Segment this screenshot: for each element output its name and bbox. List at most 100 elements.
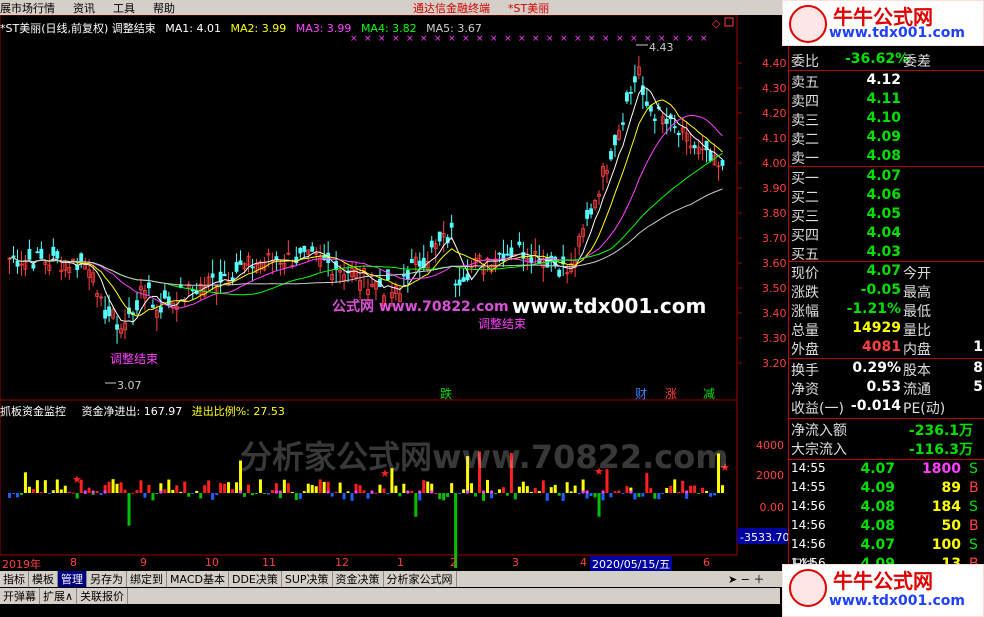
- flow-dot: [238, 490, 243, 494]
- tick-price: 4.09: [860, 480, 895, 496]
- flow-bar: [410, 490, 414, 493]
- candle-body: [629, 91, 633, 94]
- price-tick-label: 4.30: [762, 82, 787, 95]
- price-tick-label: 3.70: [762, 232, 787, 245]
- flow-bar: [446, 493, 450, 497]
- flow-bar: [497, 489, 501, 493]
- flow-bar: [482, 493, 486, 501]
- flow-bar: [358, 485, 362, 493]
- tab-bind-to[interactable]: 绑定到: [127, 571, 167, 587]
- candle-body: [457, 279, 462, 286]
- candle-body: [625, 92, 629, 102]
- flow-bar: [545, 493, 549, 501]
- flow-bar: [537, 491, 541, 493]
- quote-value: 4.07: [866, 263, 901, 279]
- flow-dot: [418, 490, 422, 494]
- menu-market[interactable]: 展市场行情: [0, 0, 55, 15]
- tab-sup[interactable]: SUP决策: [282, 571, 333, 587]
- flow-dot: [370, 490, 374, 494]
- tab-formula-site[interactable]: 分析家公式网: [384, 571, 457, 587]
- flow-bar: [517, 486, 521, 493]
- x-marker: ×: [686, 34, 694, 44]
- tab-dde[interactable]: DDE决策: [229, 571, 282, 587]
- price-tick-label: 3.20: [762, 357, 787, 370]
- flow-bar: [187, 493, 191, 497]
- flow-bar: [39, 492, 43, 494]
- flow-bar: [330, 493, 334, 497]
- flow-bar: [282, 479, 286, 493]
- flow-bar: [31, 489, 35, 493]
- quote-value: -1.21%: [846, 301, 901, 317]
- quote-label: 外盘: [791, 342, 819, 358]
- tab-macd[interactable]: MACD基本: [167, 571, 229, 587]
- flow-bar: [721, 485, 725, 493]
- flow-bar: [35, 480, 39, 493]
- zoom-controls: ➤ − ＋: [728, 571, 784, 587]
- ma4-label: MA4: 3.82: [360, 22, 417, 35]
- price-tick-label: 4.40: [762, 57, 787, 70]
- flow-bar: [549, 487, 553, 493]
- tick-row: 14:56 4.07 100 S: [789, 537, 984, 556]
- flow-bar: [669, 485, 673, 493]
- flow-bar: [223, 483, 227, 493]
- tab-indicator[interactable]: 指标: [0, 571, 29, 587]
- buy-level-label: 买四: [791, 228, 819, 244]
- menu-tools[interactable]: 工具: [113, 0, 135, 15]
- candle-body: [720, 159, 725, 166]
- candle-body: [557, 269, 562, 277]
- indicator-name[interactable]: 抓板资金监控: [0, 405, 66, 418]
- sell-level: 卖三 4.10: [789, 110, 984, 129]
- price-tick-label: 4.20: [762, 107, 787, 120]
- flow-dot: [581, 490, 585, 494]
- flow-bar: [219, 483, 223, 493]
- event-cai: 财: [635, 387, 647, 401]
- signal-label-2: 调整结束: [478, 316, 526, 331]
- tab-danmaku[interactable]: 开弹幕: [0, 588, 40, 604]
- candle-body: [250, 266, 255, 269]
- tab-manage[interactable]: 管理: [58, 571, 87, 587]
- flow-bar: [290, 491, 294, 493]
- menu-news[interactable]: 资讯: [73, 0, 95, 15]
- flow-bar: [247, 484, 250, 493]
- buy-level: 买三 4.05: [789, 206, 984, 225]
- flow-bar: [533, 488, 537, 493]
- flow-bar: [625, 486, 629, 493]
- tab-related-quote[interactable]: 关联报价: [77, 588, 129, 604]
- menu-help[interactable]: 帮助: [153, 0, 175, 15]
- flow-label: 净流入额: [791, 423, 847, 439]
- zoom-in-button[interactable]: ＋: [753, 573, 764, 586]
- indicator-ratio: 进出比例%: 27.53: [191, 405, 285, 418]
- tab-expand[interactable]: 扩展∧: [40, 588, 78, 604]
- flow-bar: [557, 493, 561, 496]
- flow-bar: [63, 485, 67, 493]
- fin-label-2: PE(动): [903, 401, 946, 417]
- logo-title: 牛牛公式网: [833, 569, 933, 593]
- candle-body: [652, 118, 657, 121]
- candle-body: [51, 246, 56, 256]
- flow-bar: [59, 489, 63, 493]
- zoom-out-button[interactable]: −: [741, 573, 754, 586]
- flow-bar: [573, 485, 577, 493]
- flow-bar: [374, 492, 378, 494]
- price-tick-label: 3.50: [762, 282, 787, 295]
- date-month: 9: [140, 556, 147, 569]
- flow-bar: [677, 492, 681, 494]
- buy-level-price: 4.04: [866, 225, 901, 241]
- flow-bar: [75, 493, 79, 499]
- sell-level-label: 卖二: [791, 132, 819, 148]
- tab-fund[interactable]: 资金决策: [333, 571, 384, 587]
- date-month: 4: [580, 556, 587, 569]
- flow-bar: [15, 493, 19, 498]
- tab-save-as[interactable]: 另存为: [87, 571, 127, 587]
- flow-bar: [705, 490, 709, 493]
- x-marker: ×: [616, 34, 624, 44]
- candle-body: [210, 273, 215, 278]
- sell-level-price: 4.10: [866, 110, 901, 126]
- fin-label-2: 股本: [903, 363, 931, 379]
- x-marker: ×: [560, 34, 568, 44]
- candle-body: [409, 258, 414, 264]
- flow-bar: [346, 491, 350, 493]
- candle-body: [401, 274, 406, 277]
- flow-bar: [338, 482, 342, 493]
- tab-template[interactable]: 模板: [29, 571, 58, 587]
